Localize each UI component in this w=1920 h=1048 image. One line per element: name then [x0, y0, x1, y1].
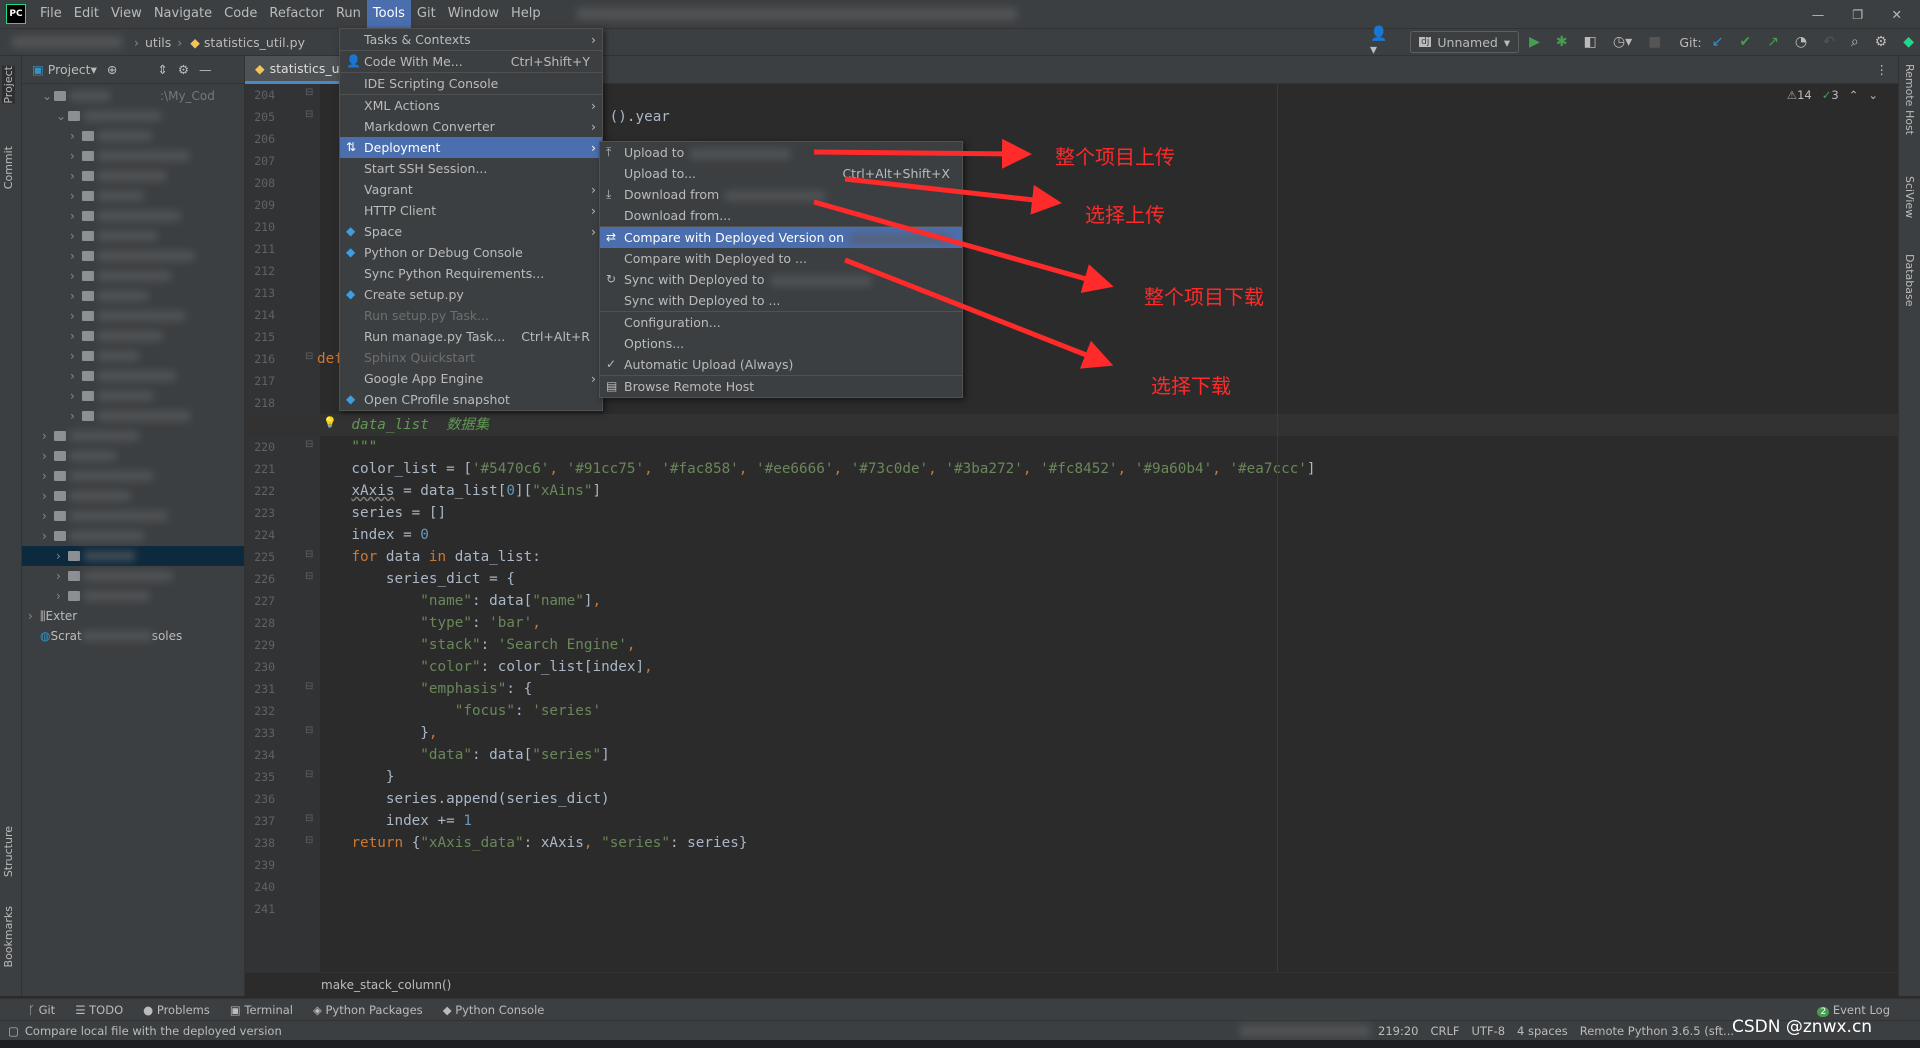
annotation-upload-select: 选择上传 [1085, 203, 1165, 227]
annotation-download-all: 整个项目下载 [1144, 285, 1264, 309]
annotation-arrows [813, 138, 1114, 369]
arrow-upload-all [813, 138, 1032, 169]
arrow-download-all [813, 199, 1114, 293]
annotation-download-select: 选择下载 [1151, 374, 1231, 398]
arrow-upload-select [844, 176, 1062, 215]
annotation-upload-all: 整个项目上传 [1055, 145, 1175, 169]
lightbulb-icon[interactable]: 💡 [323, 416, 337, 429]
